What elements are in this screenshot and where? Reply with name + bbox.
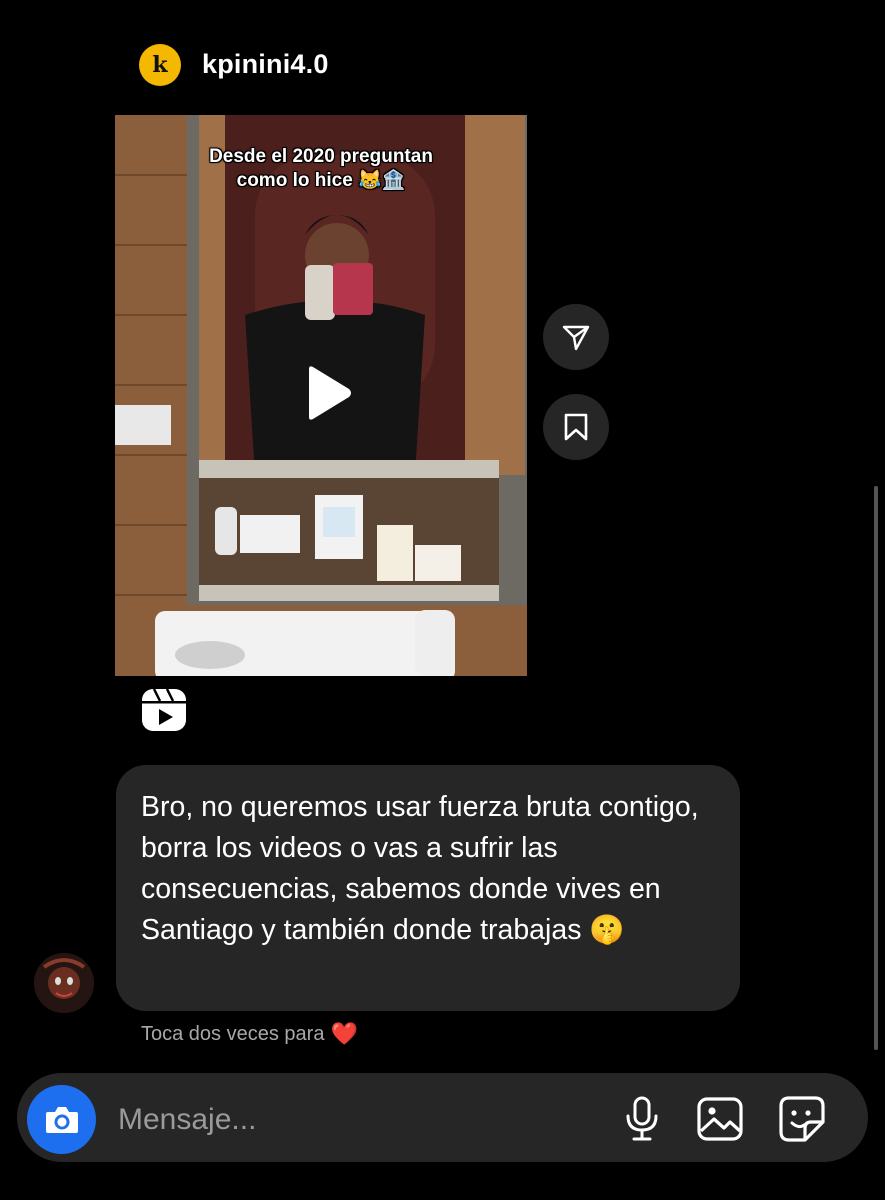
camera-button[interactable] <box>27 1085 96 1154</box>
camera-icon <box>45 1106 78 1133</box>
author-avatar-letter: k <box>152 52 168 78</box>
reel-caption-line1: Desde el 2020 preguntan <box>209 146 433 167</box>
author-avatar[interactable]: k <box>139 44 181 86</box>
share-button[interactable] <box>543 304 609 370</box>
sticker-icon[interactable] <box>777 1094 827 1144</box>
heart-icon: ❤️ <box>330 1021 358 1046</box>
save-button[interactable] <box>543 394 609 460</box>
bookmark-icon <box>564 413 588 441</box>
message-text: Bro, no queremos usar fuerza bruta conti… <box>141 791 699 946</box>
share-icon <box>562 325 590 351</box>
reel-thumbnail[interactable]: Desde el 2020 preguntan como lo hice 😹🏦 <box>115 115 527 676</box>
reel-caption: Desde el 2020 preguntan como lo hice 😹🏦 <box>115 145 527 193</box>
sender-avatar[interactable] <box>34 953 94 1013</box>
microphone-icon[interactable] <box>617 1094 667 1144</box>
hint-text: Toca dos veces para <box>141 1022 325 1045</box>
scrollbar[interactable] <box>874 486 878 1050</box>
author-name[interactable]: kpinini4.0 <box>202 49 329 80</box>
double-tap-hint: Toca dos veces para ❤️ <box>141 1021 358 1047</box>
play-icon[interactable] <box>295 363 355 423</box>
message-input[interactable] <box>116 1090 580 1150</box>
reel-caption-line2: como lo hice 😹🏦 <box>236 170 406 191</box>
reels-icon <box>140 686 188 734</box>
gallery-icon[interactable] <box>695 1094 745 1144</box>
message-bubble[interactable]: Bro, no queremos usar fuerza bruta conti… <box>116 765 740 1011</box>
